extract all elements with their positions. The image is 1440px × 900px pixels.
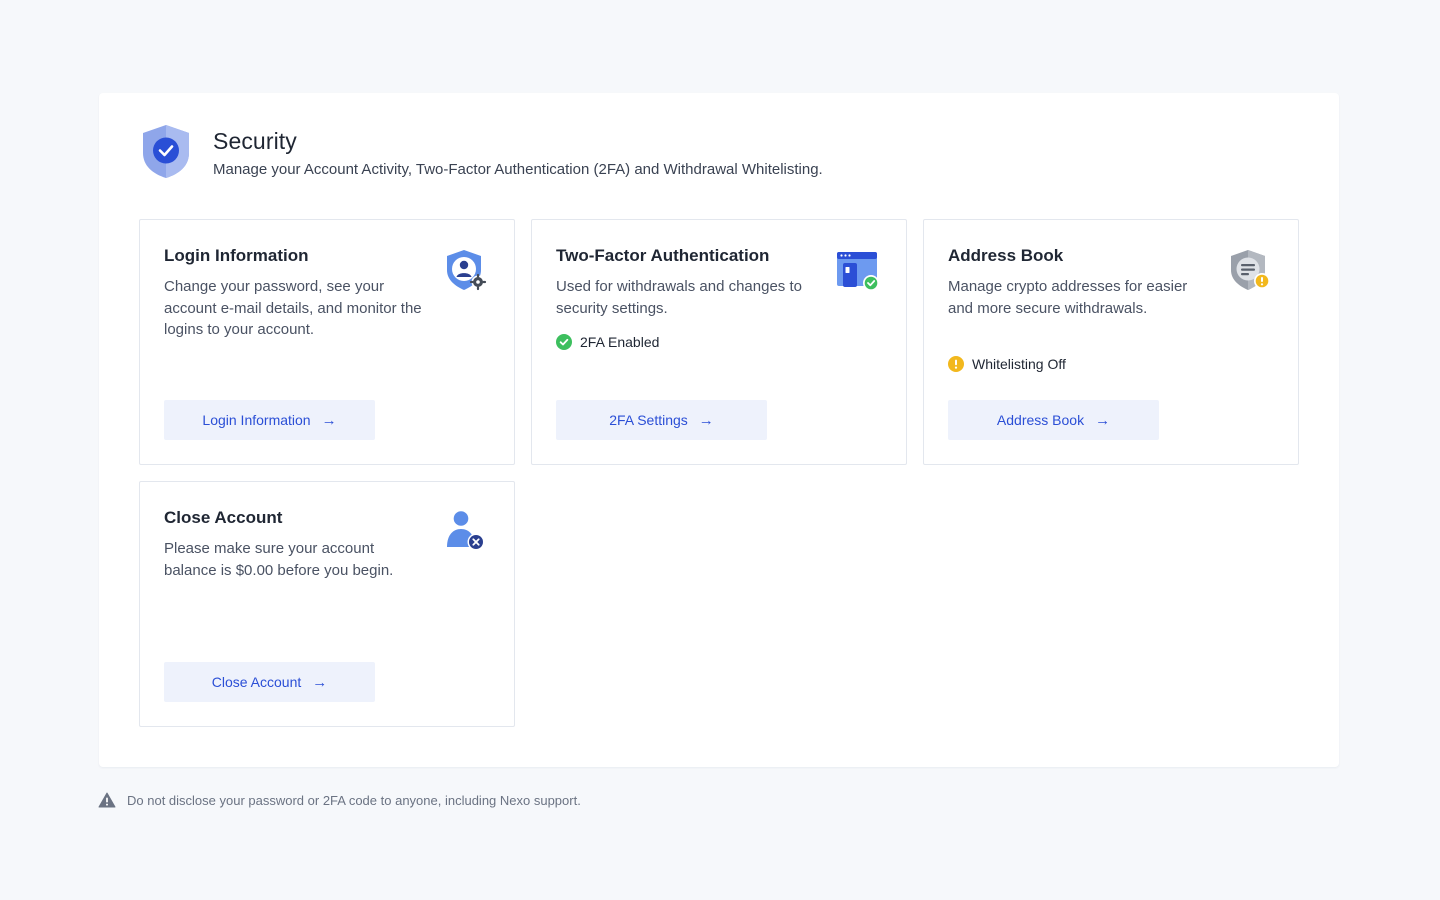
card-title: Two-Factor Authentication xyxy=(556,246,770,265)
button-label: Login Information xyxy=(202,412,311,428)
user-remove-icon xyxy=(444,510,488,554)
panel-header: Security Manage your Account Activity, T… xyxy=(139,123,823,179)
check-circle-icon xyxy=(556,334,572,350)
card-title: Address Book xyxy=(948,246,1064,265)
card-title: Close Account xyxy=(164,508,283,527)
close-account-button[interactable]: Close Account → xyxy=(164,662,375,702)
button-label: Address Book xyxy=(996,412,1085,428)
close-account-card: Close Account Please make sure your acco… xyxy=(139,481,515,727)
user-shield-gear-icon xyxy=(444,248,488,292)
address-book-button[interactable]: Address Book → xyxy=(948,400,1159,440)
shield-list-warning-icon xyxy=(1228,248,1272,292)
page-title: Security xyxy=(213,128,297,154)
whitelisting-status: Whitelisting Off xyxy=(948,356,1066,372)
warning-triangle-icon xyxy=(98,792,116,808)
card-description: Please make sure your account balance is… xyxy=(164,540,394,579)
2fa-settings-button[interactable]: 2FA Settings → xyxy=(556,400,767,440)
arrow-right-icon: → xyxy=(698,411,714,429)
card-description: Used for withdrawals and changes to secu… xyxy=(556,278,802,317)
arrow-right-icon: → xyxy=(321,411,337,429)
button-label: 2FA Settings xyxy=(609,412,688,428)
card-description: Change your password, see your account e… xyxy=(164,278,422,338)
page-subtitle: Manage your Account Activity, Two-Factor… xyxy=(213,161,823,178)
login-information-button[interactable]: Login Information → xyxy=(164,400,375,440)
security-panel: Security Manage your Account Activity, T… xyxy=(99,93,1339,767)
button-label: Close Account xyxy=(211,674,302,690)
login-information-card: Login Information Change your password, … xyxy=(139,219,515,465)
phone-window-check-icon xyxy=(836,248,880,292)
card-title: Login Information xyxy=(164,246,309,265)
footer-note-text: Do not disclose your password or 2FA cod… xyxy=(127,792,581,808)
security-shield-icon xyxy=(139,123,193,179)
arrow-right-icon: → xyxy=(312,673,328,691)
card-description: Manage crypto addresses for easier and m… xyxy=(948,278,1188,317)
address-book-card: Address Book Manage crypto addresses for… xyxy=(923,219,1299,465)
two-factor-card: Two-Factor Authentication Used for withd… xyxy=(531,219,907,465)
warning-circle-icon xyxy=(948,356,964,372)
status-text: 2FA Enabled xyxy=(580,334,660,350)
arrow-right-icon: → xyxy=(1095,411,1111,429)
2fa-status: 2FA Enabled xyxy=(556,334,659,350)
status-text: Whitelisting Off xyxy=(972,356,1066,372)
security-warning-note: Do not disclose your password or 2FA cod… xyxy=(98,792,581,808)
